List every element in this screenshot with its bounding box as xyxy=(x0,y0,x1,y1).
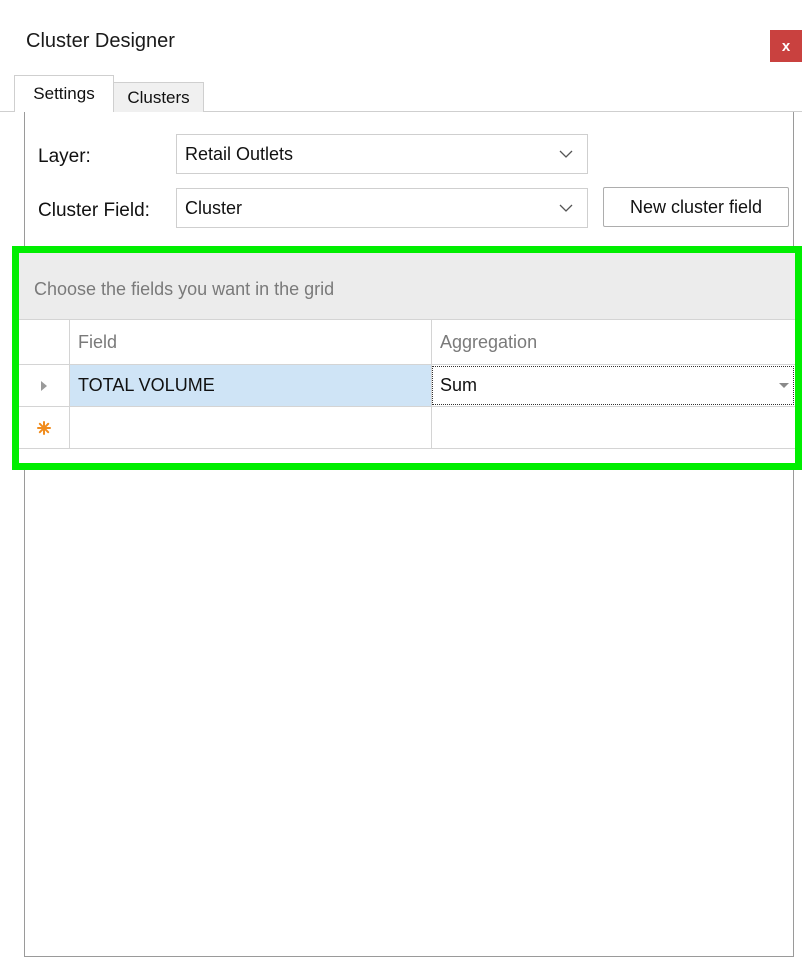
chevron-down-icon xyxy=(559,150,573,158)
highlight-frame xyxy=(12,246,802,470)
tab-settings[interactable]: Settings xyxy=(14,75,114,112)
title-bar: Cluster Designer x xyxy=(0,0,802,76)
tab-clusters[interactable]: Clusters xyxy=(114,82,204,112)
cluster-field-value: Cluster xyxy=(185,198,243,218)
tab-strip: Settings Clusters xyxy=(0,75,802,112)
new-cluster-field-button[interactable]: New cluster field xyxy=(603,187,789,227)
chevron-down-icon xyxy=(559,204,573,212)
layer-combobox[interactable]: Retail Outlets xyxy=(176,134,588,174)
cluster-field-combobox[interactable]: Cluster xyxy=(176,188,588,228)
close-button[interactable]: x xyxy=(770,30,802,62)
cluster-designer-window: Cluster Designer x Settings Clusters Lay… xyxy=(0,0,802,965)
layer-value: Retail Outlets xyxy=(185,144,294,164)
window-title: Cluster Designer xyxy=(26,30,175,52)
settings-panel xyxy=(24,112,794,957)
cluster-field-label: Cluster Field: xyxy=(38,200,150,221)
layer-label: Layer: xyxy=(38,146,91,167)
